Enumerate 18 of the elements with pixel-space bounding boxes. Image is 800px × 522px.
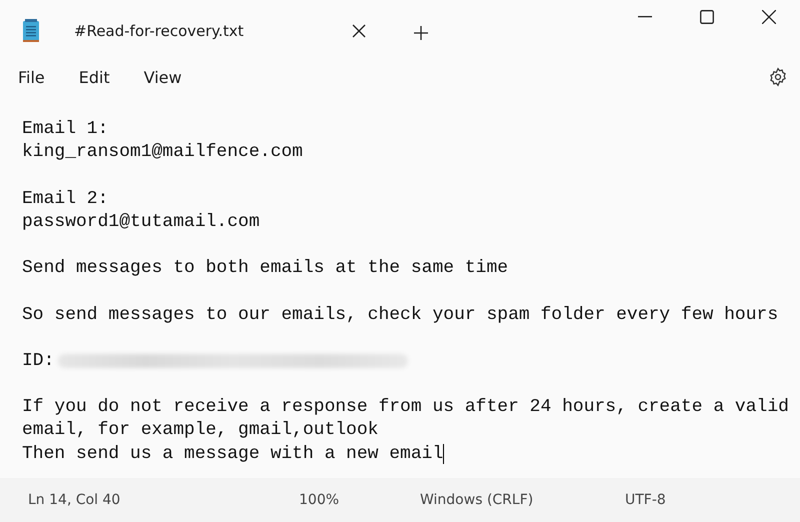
- encoding: UTF-8: [625, 492, 666, 508]
- text-line: email, for example, gmail,outlook: [22, 419, 378, 442]
- text-line: Then send us a message with a new email: [22, 442, 444, 466]
- menu-item[interactable]: View: [134, 66, 192, 88]
- text-line: king_ransom1@mailfence.com: [22, 141, 303, 164]
- text-line: Email 1:: [22, 118, 108, 141]
- text-line: So send messages to our emails, check your spam folder every few hours: [22, 304, 778, 326]
- text-line: ID:: [22, 350, 54, 373]
- menu-item[interactable]: File: [8, 66, 55, 88]
- text-line: Send messages to both emails at the same time: [22, 257, 508, 280]
- zoom-level: 100%: [299, 492, 340, 508]
- text-line: If you do not receive a response from us after 24 hours, create a valid: [22, 396, 789, 420]
- menu-item[interactable]: Edit: [68, 66, 120, 88]
- cursor-position: Ln 14, Col 40: [28, 492, 120, 508]
- text-line: Email 2:: [22, 188, 108, 211]
- notepad-icon: [22, 19, 40, 43]
- text-line: password1@tutamail.com: [22, 210, 260, 234]
- line-endings: Windows (CRLF): [420, 492, 534, 508]
